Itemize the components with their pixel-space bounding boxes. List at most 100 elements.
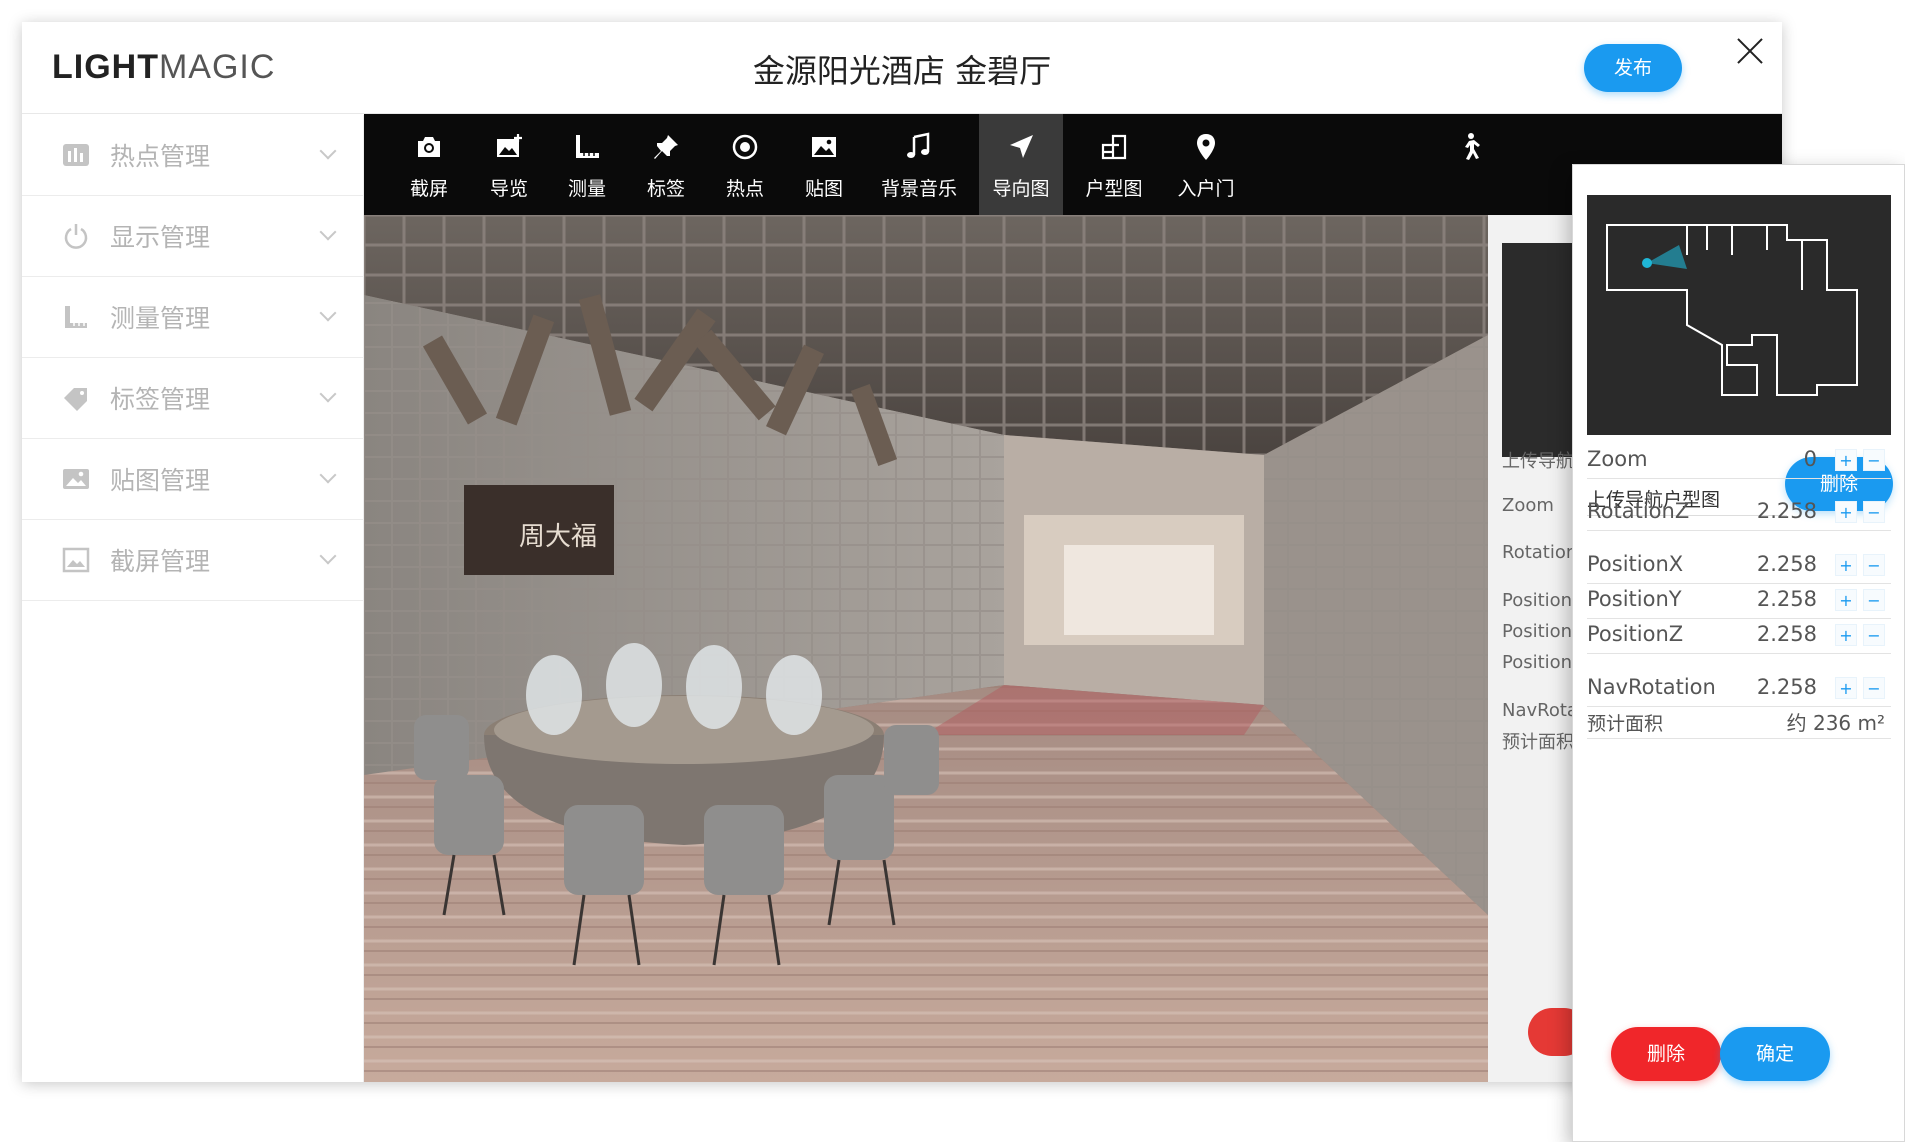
- floorplan-icon: [1101, 134, 1127, 160]
- navigation-arrow-icon: [1010, 135, 1033, 158]
- panorama-scene: 周大福: [364, 215, 1488, 1082]
- bg-label: Position: [1502, 590, 1573, 611]
- chevron-down-icon: [319, 466, 337, 484]
- tool-label: 背景音乐: [880, 178, 957, 200]
- chevron-down-icon: [319, 223, 337, 241]
- estimated-area-row: 预计面积 约 236 m²: [1587, 703, 1891, 739]
- sidebar-item-label: 测量管理: [110, 304, 211, 333]
- bar-chart-icon: [63, 144, 89, 166]
- image-icon: [812, 137, 836, 157]
- tool-tour[interactable]: 导览: [472, 114, 546, 215]
- sidebar-item-label: 标签管理: [110, 385, 211, 414]
- editor-window: LIGHTMAGIC 金源阳光酒店 金碧厅 发布 热点管理 显示管理 测量管理 …: [22, 22, 1782, 1082]
- field-row-zoom: Zoom 0 + −: [1587, 441, 1891, 479]
- screenshot-icon: [62, 547, 90, 573]
- floorplan-drawing: [1587, 195, 1891, 435]
- field-label: NavRotation: [1587, 675, 1716, 699]
- sidebar-item-screenshot[interactable]: 截屏管理: [22, 520, 363, 601]
- field-row-navrotation: NavRotation 2.258 + −: [1587, 669, 1891, 707]
- tool-label: 入户门: [1177, 178, 1235, 200]
- field-value[interactable]: 2.258: [1757, 499, 1817, 523]
- tool-floorplan[interactable]: 户型图: [1072, 114, 1156, 215]
- walk-icon: [1465, 133, 1480, 160]
- field-value[interactable]: 0: [1804, 447, 1817, 471]
- tool-measure[interactable]: 测量: [550, 114, 624, 215]
- field-value[interactable]: 2.258: [1757, 552, 1817, 576]
- field-row-positionx: PositionX 2.258 + −: [1587, 546, 1891, 584]
- picture-icon: [63, 469, 89, 489]
- tool-sticker[interactable]: 贴图: [787, 114, 861, 215]
- tool-nav-map[interactable]: 导向图: [979, 114, 1063, 215]
- decrement-button[interactable]: −: [1863, 501, 1885, 523]
- nav-floorplan-preview[interactable]: [1587, 195, 1891, 435]
- walk-mode-button[interactable]: [1444, 114, 1494, 215]
- ruler-icon: [576, 135, 599, 158]
- tool-label: 标签: [646, 178, 685, 200]
- close-icon[interactable]: [1735, 36, 1765, 66]
- area-value: 约 236 m²: [1786, 711, 1885, 735]
- sidebar-item-label: 显示管理: [110, 223, 211, 252]
- tool-label: 导向图: [992, 178, 1050, 200]
- tool-screenshot[interactable]: 截屏: [392, 114, 466, 215]
- panorama-viewport[interactable]: 周大福: [364, 215, 1488, 1082]
- chevron-down-icon: [319, 304, 337, 322]
- increment-button[interactable]: +: [1835, 677, 1857, 699]
- ruler-icon: [65, 306, 87, 328]
- tour-image-icon: [497, 134, 522, 157]
- increment-button[interactable]: +: [1835, 624, 1857, 646]
- sidebar-item-sticker[interactable]: 贴图管理: [22, 439, 363, 520]
- increment-button[interactable]: +: [1835, 449, 1857, 471]
- bg-label: Zoom: [1502, 495, 1554, 516]
- music-icon: [907, 132, 930, 158]
- bg-label: Rotation: [1502, 542, 1578, 563]
- sidebar-item-hotspot[interactable]: 热点管理: [22, 115, 363, 196]
- nav-map-panel: 上传导航户型图 删除 Zoom 0 + − RotationZ 2.258 + …: [1572, 164, 1905, 1142]
- decrement-button[interactable]: −: [1863, 677, 1885, 699]
- increment-button[interactable]: +: [1835, 554, 1857, 576]
- field-value[interactable]: 2.258: [1757, 587, 1817, 611]
- sidebar-item-measure[interactable]: 测量管理: [22, 277, 363, 358]
- tool-tag[interactable]: 标签: [629, 114, 703, 215]
- toolbar: 截屏 导览 测量 标签 热点 贴图 背景音乐 导向图 户型图 入户门: [364, 114, 1782, 215]
- power-icon: [64, 224, 88, 249]
- field-label: PositionX: [1587, 552, 1684, 576]
- hotspot-icon: [732, 134, 758, 160]
- bg-label: NavRota: [1502, 700, 1578, 721]
- bg-label: Position: [1502, 652, 1573, 673]
- increment-button[interactable]: +: [1835, 501, 1857, 523]
- field-row-rotationz: RotationZ 2.258 + −: [1587, 493, 1891, 531]
- area-label: 预计面积: [1587, 713, 1664, 735]
- field-value[interactable]: 2.258: [1757, 622, 1817, 646]
- page-title: 金源阳光酒店 金碧厅: [752, 52, 1052, 90]
- tool-label: 截屏: [409, 178, 448, 200]
- tool-label: 户型图: [1085, 178, 1143, 200]
- field-label: PositionY: [1587, 587, 1682, 611]
- decrement-button[interactable]: −: [1863, 554, 1885, 576]
- svg-text:周大福: 周大福: [519, 522, 597, 552]
- bg-label: 上传导航: [1502, 451, 1574, 472]
- field-label: PositionZ: [1587, 622, 1684, 646]
- tool-label: 导览: [489, 178, 528, 200]
- delete-button[interactable]: 删除: [1611, 1027, 1721, 1081]
- decrement-button[interactable]: −: [1863, 449, 1885, 471]
- decrement-button[interactable]: −: [1863, 589, 1885, 611]
- decrement-button[interactable]: −: [1863, 624, 1885, 646]
- confirm-button[interactable]: 确定: [1720, 1027, 1830, 1081]
- publish-button[interactable]: 发布: [1584, 44, 1682, 92]
- field-label: Zoom: [1587, 447, 1648, 471]
- tool-hotspot[interactable]: 热点: [708, 114, 782, 215]
- sidebar-item-display[interactable]: 显示管理: [22, 196, 363, 277]
- chevron-down-icon: [319, 547, 337, 565]
- tool-music[interactable]: 背景音乐: [866, 114, 972, 215]
- field-value[interactable]: 2.258: [1757, 675, 1817, 699]
- bg-label: Position: [1502, 621, 1573, 642]
- tool-entrance[interactable]: 入户门: [1164, 114, 1248, 215]
- camera-icon: [418, 137, 440, 157]
- chevron-down-icon: [319, 385, 337, 403]
- sidebar-item-tag[interactable]: 标签管理: [22, 358, 363, 439]
- increment-button[interactable]: +: [1835, 589, 1857, 611]
- tool-label: 测量: [567, 178, 606, 200]
- field-row-positionz: PositionZ 2.258 + −: [1587, 616, 1891, 654]
- tag-icon: [64, 388, 87, 411]
- sidebar-item-label: 贴图管理: [110, 466, 211, 495]
